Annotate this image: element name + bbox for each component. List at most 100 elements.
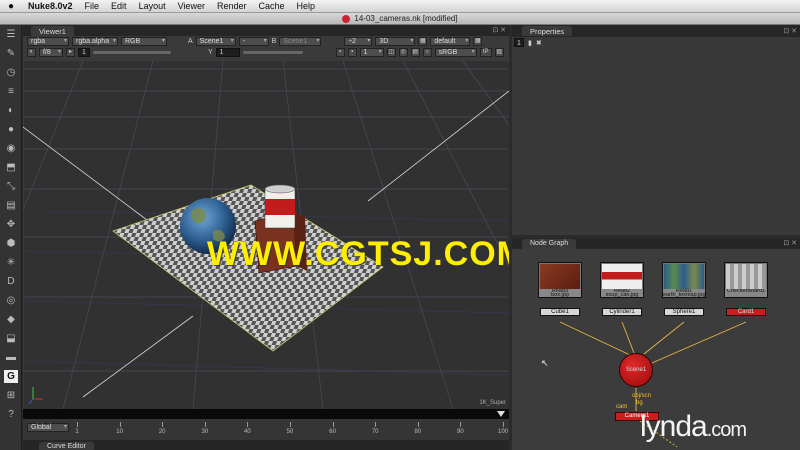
max-panels-field[interactable]: 1 <box>514 38 524 47</box>
viewer-toolbar-2: ◐ f/8 ▸ 1 Y 1 ▪ ▪ 1 ◫ ◎ ▤ ☼ sRGB IP ▨ <box>23 47 509 58</box>
menu-edit[interactable]: Edit <box>105 1 133 11</box>
tab-node-graph[interactable]: Node Graph <box>522 239 577 249</box>
fstop-dropdown[interactable]: f/8 <box>39 48 63 57</box>
node-read1[interactable]: Read1 earth_texmap.jpg <box>662 262 706 298</box>
watermark-text: WWW.CGTSJ.COM <box>207 235 509 273</box>
channel-tools-icon[interactable]: ≡ <box>0 82 22 101</box>
sync-icon[interactable]: ◎ <box>398 48 408 57</box>
lock-icon[interactable]: ▨ <box>494 48 504 57</box>
particles-tools-icon[interactable]: ✳ <box>0 253 22 272</box>
node-sphere1[interactable]: Sphere1 <box>664 308 704 316</box>
clipping-icon[interactable]: ◫ <box>386 48 396 57</box>
gain-slider[interactable] <box>93 51 171 54</box>
help-tools-icon[interactable]: ? <box>0 405 22 424</box>
view-mode-dropdown[interactable]: 3D <box>375 37 416 46</box>
views-tools-icon[interactable]: ✥ <box>0 215 22 234</box>
menu-cache[interactable]: Cache <box>252 1 290 11</box>
other-tools-icon[interactable]: ◆ <box>0 310 22 329</box>
tab-properties[interactable]: Properties <box>522 26 573 36</box>
merge-tools-icon[interactable]: ⬒ <box>0 158 22 177</box>
menu-file[interactable]: File <box>79 1 106 11</box>
soup-can-top <box>264 184 296 194</box>
nodegraph-float-icon[interactable]: ⊡ ✕ <box>783 239 797 247</box>
viewer-tabbar: Viewer1 ⊡ ✕ <box>23 25 509 36</box>
toolsets-icon[interactable]: ▬ <box>0 348 22 367</box>
metadata-tools-icon[interactable]: ⬢ <box>0 234 22 253</box>
color-tools-icon[interactable]: ◐ <box>0 101 22 120</box>
read1-label: Read1 earth_texmap.jpg <box>663 289 705 297</box>
node-read3[interactable]: Read3 box.jpg <box>538 262 582 298</box>
window-title: 14-03_cameras.nk [modified] <box>354 14 458 23</box>
frame-ruler[interactable]: 1 10 20 30 40 50 60 70 80 90 100 <box>75 422 508 436</box>
alpha-dropdown[interactable]: rgba.alpha <box>72 37 118 46</box>
gain-field[interactable]: 1 <box>78 48 90 57</box>
input-b-dropdown[interactable]: Scene1 <box>279 37 322 46</box>
node-card1[interactable]: Card1 <box>726 308 766 316</box>
node-cylinder1[interactable]: Cylinder1 <box>602 308 642 316</box>
playhead-marker[interactable] <box>497 411 505 417</box>
node-scene1[interactable]: Scene1 <box>619 353 653 387</box>
camera-lock-icon[interactable]: ▦ <box>418 37 428 46</box>
range-dropdown[interactable]: Global <box>27 423 69 432</box>
obj-scn-label: obj/scn <box>632 393 652 399</box>
display-channels-dropdown[interactable]: RGB <box>121 37 167 46</box>
tab-viewer1[interactable]: Viewer1 <box>31 26 74 36</box>
menu-render[interactable]: Render <box>211 1 253 11</box>
wipe-icon[interactable]: ▤ <box>410 48 420 57</box>
channels-dropdown[interactable]: rgba <box>27 37 69 46</box>
lut-dropdown[interactable]: sRGB <box>434 48 477 57</box>
overlay-icon[interactable]: ☼ <box>422 48 432 57</box>
compare-op-dropdown[interactable]: - <box>238 37 269 46</box>
ruler-tick-label: 20 <box>158 429 166 435</box>
tab-curve-editor[interactable]: Curve Editor <box>39 442 94 450</box>
bg-label: bg <box>636 400 643 406</box>
properties-float-icon[interactable]: ⊡ ✕ <box>783 27 797 35</box>
cache-icon[interactable]: ▪ <box>335 48 345 57</box>
filter-tools-icon[interactable]: ● <box>0 120 22 139</box>
menu-viewer[interactable]: Viewer <box>172 1 211 11</box>
format-label: 1K_Super <box>479 400 506 406</box>
apple-icon[interactable]: ● <box>0 1 22 12</box>
frame-ruler-bar: Global 1 10 20 30 40 50 60 70 80 90 100 <box>23 419 509 441</box>
node-cube1[interactable]: Cube1 <box>540 308 580 316</box>
exposure-icon[interactable]: ◐ <box>27 48 36 57</box>
menu-help[interactable]: Help <box>291 1 322 11</box>
downscale-dropdown[interactable]: ÷2 <box>344 37 373 46</box>
mouse-cursor-icon: ↖ <box>541 358 549 368</box>
deep-tools-icon[interactable]: D <box>0 272 22 291</box>
grid-icon[interactable]: ▦ <box>473 37 483 46</box>
time-tools-icon[interactable]: ◷ <box>0 63 22 82</box>
3d-tools-icon[interactable]: ▤ <box>0 196 22 215</box>
ruler-tick-label: 30 <box>201 429 209 435</box>
clear-panels-icon[interactable]: ✖ <box>536 39 542 47</box>
furnace-tools-icon[interactable]: ⬓ <box>0 329 22 348</box>
draw-tools-icon[interactable]: ✎ <box>0 44 22 63</box>
node-checkerboard1[interactable]: CheckerBoard1 <box>724 262 768 298</box>
ruler-tick <box>375 422 377 427</box>
panel-float-icon[interactable]: ⊡ ✕ <box>492 26 506 34</box>
menu-layout[interactable]: Layout <box>133 1 172 11</box>
title-bar: 14-03_cameras.nk [modified] <box>0 13 800 25</box>
transform-tools-icon[interactable]: ⤡ <box>0 177 22 196</box>
nodegraph-tabbar: Node Graph ⊡ ✕ <box>512 238 800 249</box>
pin-icon[interactable]: ▮ <box>528 39 532 47</box>
gain-toggle-icon[interactable]: ▸ <box>66 48 75 57</box>
plugins-icon[interactable]: ⊞ <box>0 386 22 405</box>
camera-dropdown[interactable]: default <box>430 37 471 46</box>
ruler-tick-label: 10 <box>116 429 123 435</box>
input-process-button[interactable]: IP <box>479 48 492 57</box>
gamma-field[interactable]: 1 <box>215 48 240 57</box>
3d-viewport[interactable]: WWW.CGTSJ.COM 1K_Super <box>23 61 509 409</box>
viewer-tools-icon[interactable]: ◎ <box>0 291 22 310</box>
checkerboard-thumbnail <box>726 264 766 290</box>
read1-thumbnail <box>664 264 704 290</box>
input-a-dropdown[interactable]: Scene1 <box>195 37 236 46</box>
roi-icon[interactable]: ▪ <box>347 48 357 57</box>
gizmo-icon[interactable]: G <box>4 370 18 383</box>
menu-app[interactable]: Nuke8.0v2 <box>22 1 79 11</box>
node-read2[interactable]: Read2 soup_can.jpg <box>600 262 644 298</box>
frame-dropdown[interactable]: 1 <box>359 48 384 57</box>
gamma-slider[interactable] <box>242 51 303 54</box>
image-tools-icon[interactable]: ☰ <box>0 25 22 44</box>
keyer-tools-icon[interactable]: ◉ <box>0 139 22 158</box>
